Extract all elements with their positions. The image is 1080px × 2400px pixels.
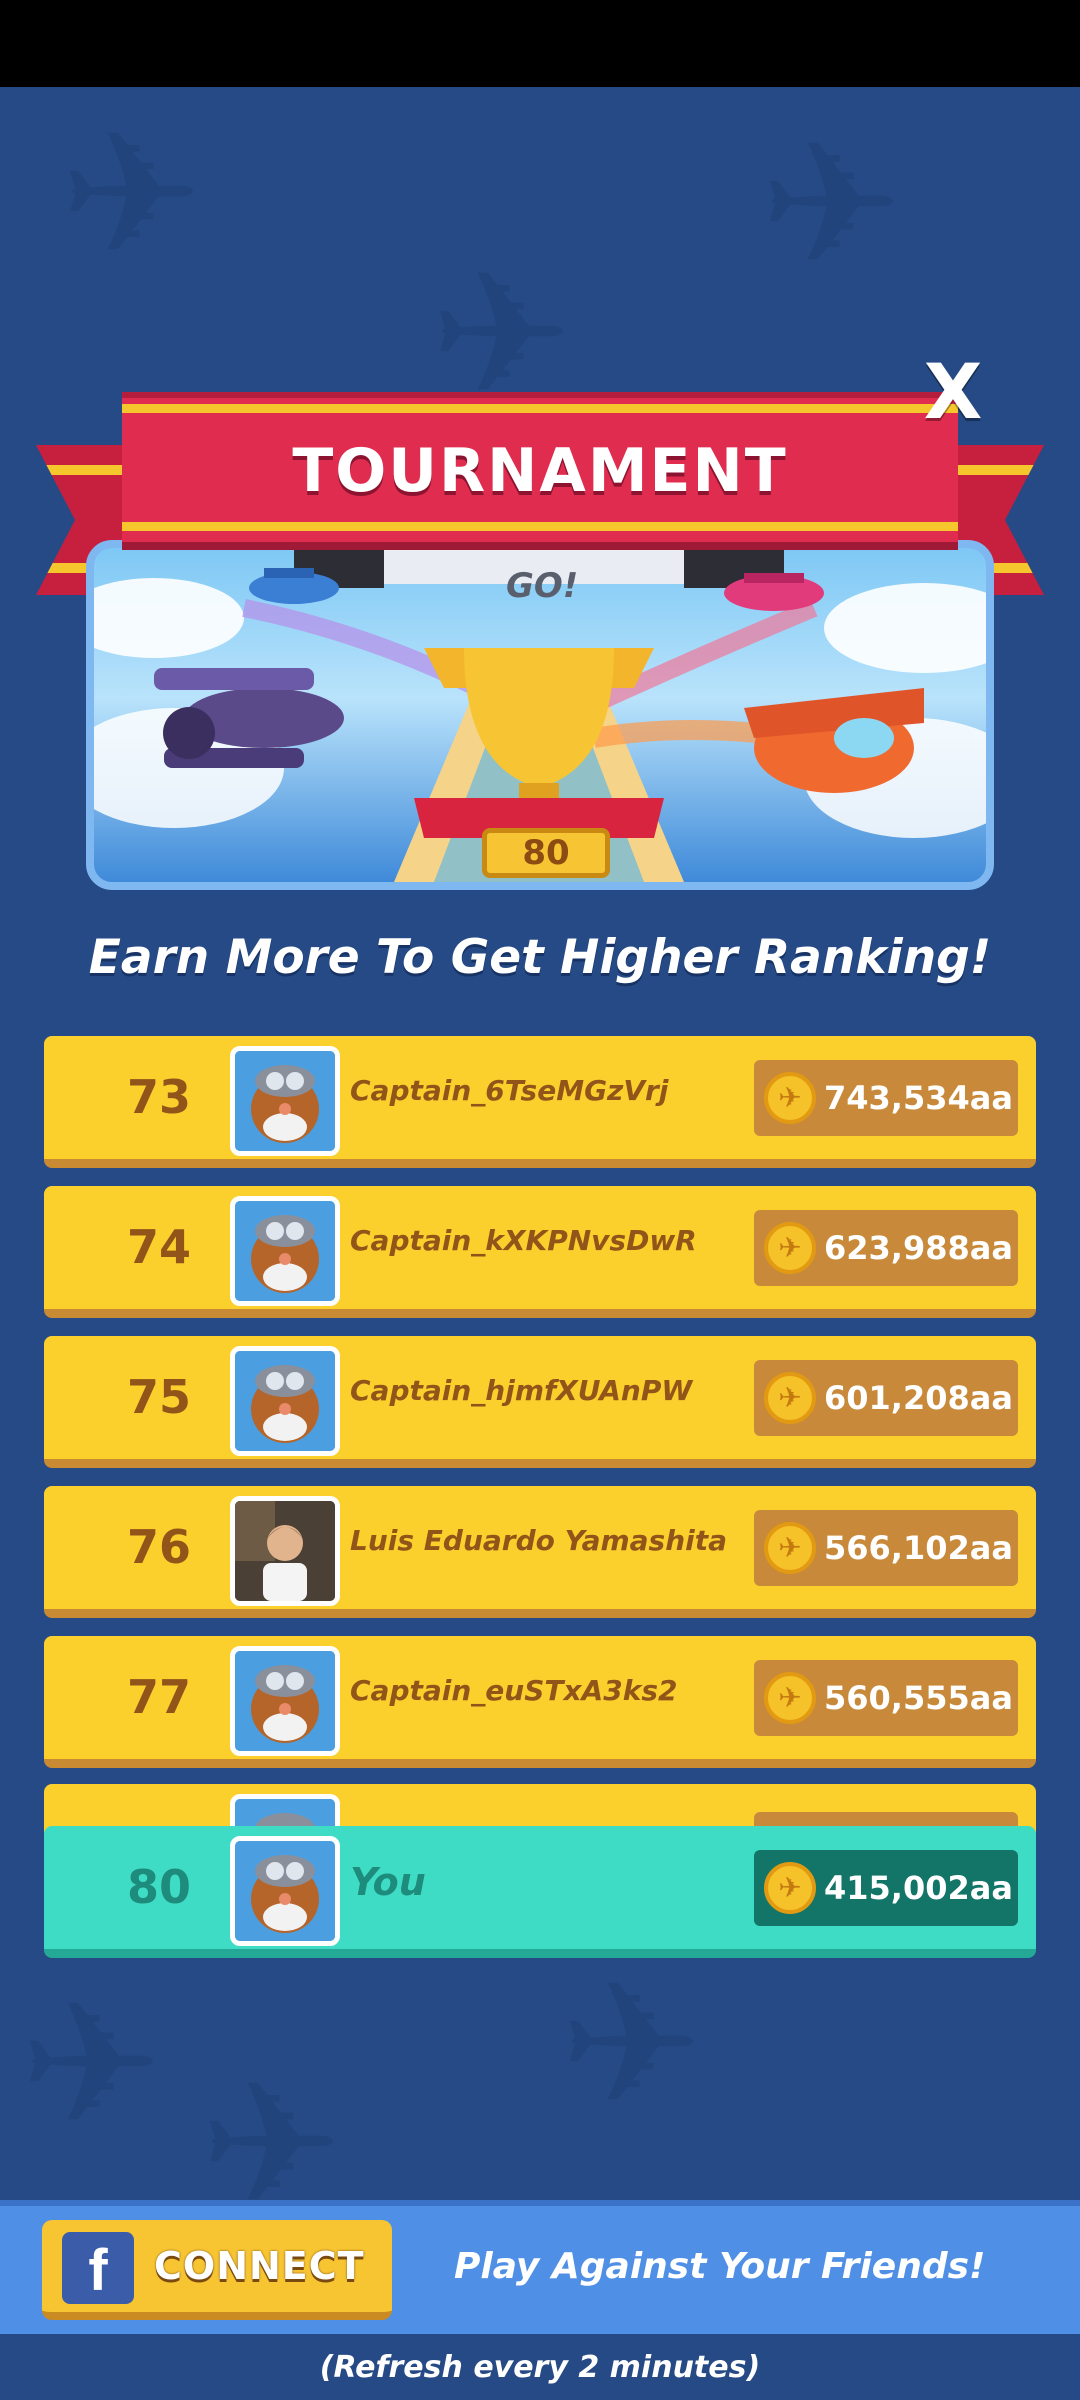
player-name: Captain_6TseMGzVrj: [350, 1074, 669, 1107]
rank-number: 73: [126, 1070, 191, 1124]
score-value: 743,534aa: [824, 1079, 1013, 1117]
rank-number: 75: [126, 1370, 191, 1424]
plane-coin-icon: ✈: [764, 1862, 816, 1914]
leaderboard-row: 76 Luis Eduardo Yamashita ✈ 566,102aa: [44, 1486, 1036, 1618]
plane-coin-icon: ✈: [764, 1522, 816, 1574]
score-value: 560,555aa: [824, 1679, 1013, 1717]
score-value: 415,002aa: [824, 1869, 1013, 1907]
connect-label: CONNECT: [154, 2244, 365, 2288]
leaderboard-row: 74 Captain_kXKPNvsDwR ✈ 623,988aa: [44, 1186, 1036, 1318]
status-bar: [0, 0, 1080, 87]
background-plane-icon: ✈: [760, 106, 903, 304]
leaderboard-row: 77 Captain_euSTxA3ks2 ✈ 560,555aa: [44, 1636, 1036, 1768]
pilot-avatar-icon: [230, 1046, 340, 1156]
plane-coin-icon: ✈: [764, 1222, 816, 1274]
score-box: ✈ 560,555aa: [754, 1660, 1018, 1736]
rank-number: 74: [126, 1220, 191, 1274]
pilot-avatar-icon: [230, 1196, 340, 1306]
footer-tagline: Play Against Your Friends!: [454, 2246, 986, 2287]
facebook-connect-button[interactable]: f CONNECT: [42, 2220, 392, 2320]
background-plane-icon: ✈: [60, 96, 203, 294]
facebook-icon: f: [62, 2232, 134, 2304]
player-name: Luis Eduardo Yamashita: [350, 1524, 728, 1557]
score-value: 601,208aa: [824, 1379, 1013, 1417]
pilot-avatar-icon: [230, 1346, 340, 1456]
player-photo-avatar: [230, 1496, 340, 1606]
score-value: 566,102aa: [824, 1529, 1013, 1567]
leaderboard-row: 73 Captain_6TseMGzVrj ✈ 743,534aa: [44, 1036, 1036, 1168]
player-name: Captain_euSTxA3ks2: [350, 1674, 678, 1707]
title-ribbon: TOURNAMENT: [122, 392, 958, 550]
go-sign: GO!: [506, 566, 579, 606]
plane-coin-icon: ✈: [764, 1672, 816, 1724]
player-name: You: [350, 1860, 426, 1904]
player-name: Captain_hjmfXUAnPW: [350, 1374, 693, 1407]
leaderboard-row-you: 80 You ✈ 415,002aa: [44, 1826, 1036, 1958]
footer-bar: f CONNECT Play Against Your Friends!: [0, 2200, 1080, 2334]
player-name: Captain_kXKPNvsDwR: [350, 1224, 697, 1257]
purple-plane-icon: [154, 668, 344, 768]
tournament-banner: GO! 80: [86, 540, 994, 890]
refresh-note: (Refresh every 2 minutes): [319, 2350, 761, 2385]
plane-coin-icon: ✈: [764, 1372, 816, 1424]
pilot-avatar-icon: [230, 1646, 340, 1756]
headline: Earn More To Get Higher Ranking!: [88, 930, 992, 985]
plane-coin-icon: ✈: [764, 1072, 816, 1124]
trophy-level-badge: 80: [482, 828, 610, 878]
close-button[interactable]: X: [918, 352, 988, 432]
score-box: ✈ 566,102aa: [754, 1510, 1018, 1586]
page-title: TOURNAMENT: [292, 436, 788, 506]
rank-number: 80: [126, 1860, 191, 1914]
rank-number: 77: [126, 1670, 191, 1724]
score-box: ✈ 415,002aa: [754, 1850, 1018, 1926]
pilot-avatar-icon: [230, 1836, 340, 1946]
background-plane-icon: ✈: [560, 1946, 703, 2144]
score-box: ✈ 623,988aa: [754, 1210, 1018, 1286]
score-value: 623,988aa: [824, 1229, 1013, 1267]
score-box: ✈ 743,534aa: [754, 1060, 1018, 1136]
background-plane-icon: ✈: [20, 1966, 163, 2164]
leaderboard-row: 75 Captain_hjmfXUAnPW ✈ 601,208aa: [44, 1336, 1036, 1468]
score-box: ✈ 601,208aa: [754, 1360, 1018, 1436]
rank-number: 76: [126, 1520, 191, 1574]
